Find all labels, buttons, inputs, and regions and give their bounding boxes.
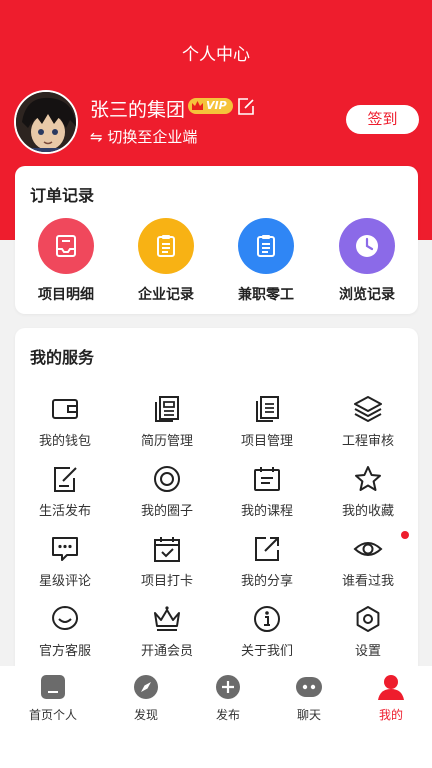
plus-icon [213, 672, 243, 702]
nav-publish[interactable]: 发布 [185, 672, 271, 723]
service-engineering-review[interactable]: 工程审核 [320, 394, 416, 449]
circle-icon [154, 466, 180, 492]
service-label: 星级评论 [38, 574, 91, 589]
order-records-card: 订单记录 项目明细 企业记录 兼职零工 浏览记录 [15, 166, 418, 314]
layers-icon [354, 396, 382, 422]
service-label: 关于我们 [240, 644, 293, 659]
compass-icon [131, 672, 161, 702]
edit-note-icon [54, 467, 77, 492]
checkin-button[interactable]: 签到 [346, 105, 419, 134]
service-label: 谁看过我 [341, 574, 394, 589]
order-item-project-details[interactable]: 项目明细 [26, 218, 106, 304]
clipboard-icon [238, 218, 294, 274]
service-label: 简历管理 [140, 434, 193, 449]
service-label: 我的课程 [240, 504, 293, 519]
settings-icon [356, 606, 380, 632]
order-item-label: 浏览记录 [339, 287, 395, 303]
service-star-review[interactable]: 星级评论 [17, 534, 113, 589]
nav-mine[interactable]: 我的 [348, 672, 432, 723]
service-who-viewed-me[interactable]: 谁看过我 [320, 534, 416, 589]
nav-label: 发现 [133, 708, 158, 722]
home-icon [38, 672, 68, 702]
avatar[interactable] [14, 90, 78, 154]
vip-badge: VIP [188, 98, 233, 114]
nav-home[interactable]: 首页个人 [10, 672, 96, 723]
nav-discover[interactable]: 发现 [103, 672, 189, 723]
service-label: 我的收藏 [341, 504, 394, 519]
service-label: 生活发布 [38, 504, 91, 519]
service-label: 项目打卡 [140, 574, 193, 589]
clipboard-icon [138, 218, 194, 274]
service-project-management[interactable]: 项目管理 [219, 394, 315, 449]
nav-chat[interactable]: 聊天 [266, 672, 352, 723]
service-my-courses[interactable]: 我的课程 [219, 464, 315, 519]
chat-icon [294, 672, 324, 702]
smile-icon [52, 605, 78, 630]
order-item-label: 兼职零工 [238, 287, 294, 303]
wallet-icon [52, 399, 78, 419]
documents-icon [256, 396, 279, 422]
bottom-nav: 首页个人 发现 发布 聊天 我的 [0, 666, 432, 768]
service-project-checkin[interactable]: 项目打卡 [119, 534, 215, 589]
service-label: 我的钱包 [38, 434, 91, 449]
switch-to-enterprise-link[interactable]: ⇋ 切换至企业端 [90, 126, 197, 147]
calendar-board-icon [254, 467, 280, 491]
order-item-enterprise-records[interactable]: 企业记录 [126, 218, 206, 304]
nav-label: 首页个人 [28, 708, 77, 722]
vip-label: VIP [206, 99, 227, 112]
order-item-label: 项目明细 [38, 287, 94, 303]
user-icon [376, 672, 406, 702]
service-settings[interactable]: 设置 [320, 604, 416, 659]
edit-icon[interactable] [236, 97, 256, 117]
notification-dot [401, 531, 409, 539]
calendar-check-icon [154, 537, 180, 562]
share-icon [255, 537, 279, 561]
inbox-icon [38, 218, 94, 274]
service-customer-service[interactable]: 官方客服 [17, 604, 113, 659]
nav-label: 发布 [215, 708, 240, 722]
order-item-part-time[interactable]: 兼职零工 [226, 218, 306, 304]
service-resume[interactable]: 简历管理 [119, 394, 215, 449]
nav-label: 聊天 [296, 708, 321, 722]
my-services-card: 我的服务 我的钱包 简历管理 项目管理 工程审核 生活发布 我的圈子 我的课程 … [15, 328, 418, 678]
comment-icon [52, 537, 78, 561]
service-label: 工程审核 [341, 434, 394, 449]
crown-icon [192, 101, 203, 110]
page-title: 个人中心 [182, 45, 250, 65]
service-label: 项目管理 [240, 434, 293, 449]
service-my-favorites[interactable]: 我的收藏 [320, 464, 416, 519]
info-icon [254, 606, 280, 632]
nav-label: 我的 [378, 708, 403, 722]
service-open-membership[interactable]: 开通会员 [119, 604, 215, 659]
service-label: 开通会员 [140, 644, 193, 659]
resume-icon [155, 396, 179, 422]
service-label: 我的分享 [240, 574, 293, 589]
crown-icon [154, 606, 180, 631]
service-label: 官方客服 [38, 644, 91, 659]
order-item-browse-history[interactable]: 浏览记录 [327, 218, 407, 304]
user-name: 张三的集团 [90, 99, 186, 121]
eye-icon [353, 542, 383, 556]
my-services-title: 我的服务 [30, 348, 95, 367]
service-label: 设置 [354, 644, 381, 659]
service-life-post[interactable]: 生活发布 [17, 464, 113, 519]
service-my-circle[interactable]: 我的圈子 [119, 464, 215, 519]
service-wallet[interactable]: 我的钱包 [17, 394, 113, 449]
service-about-us[interactable]: 关于我们 [219, 604, 315, 659]
service-label: 我的圈子 [140, 504, 193, 519]
order-item-label: 企业记录 [138, 287, 194, 303]
star-icon [355, 466, 381, 491]
order-records-title: 订单记录 [30, 186, 95, 205]
clock-icon [339, 218, 395, 274]
service-my-share[interactable]: 我的分享 [219, 534, 315, 589]
